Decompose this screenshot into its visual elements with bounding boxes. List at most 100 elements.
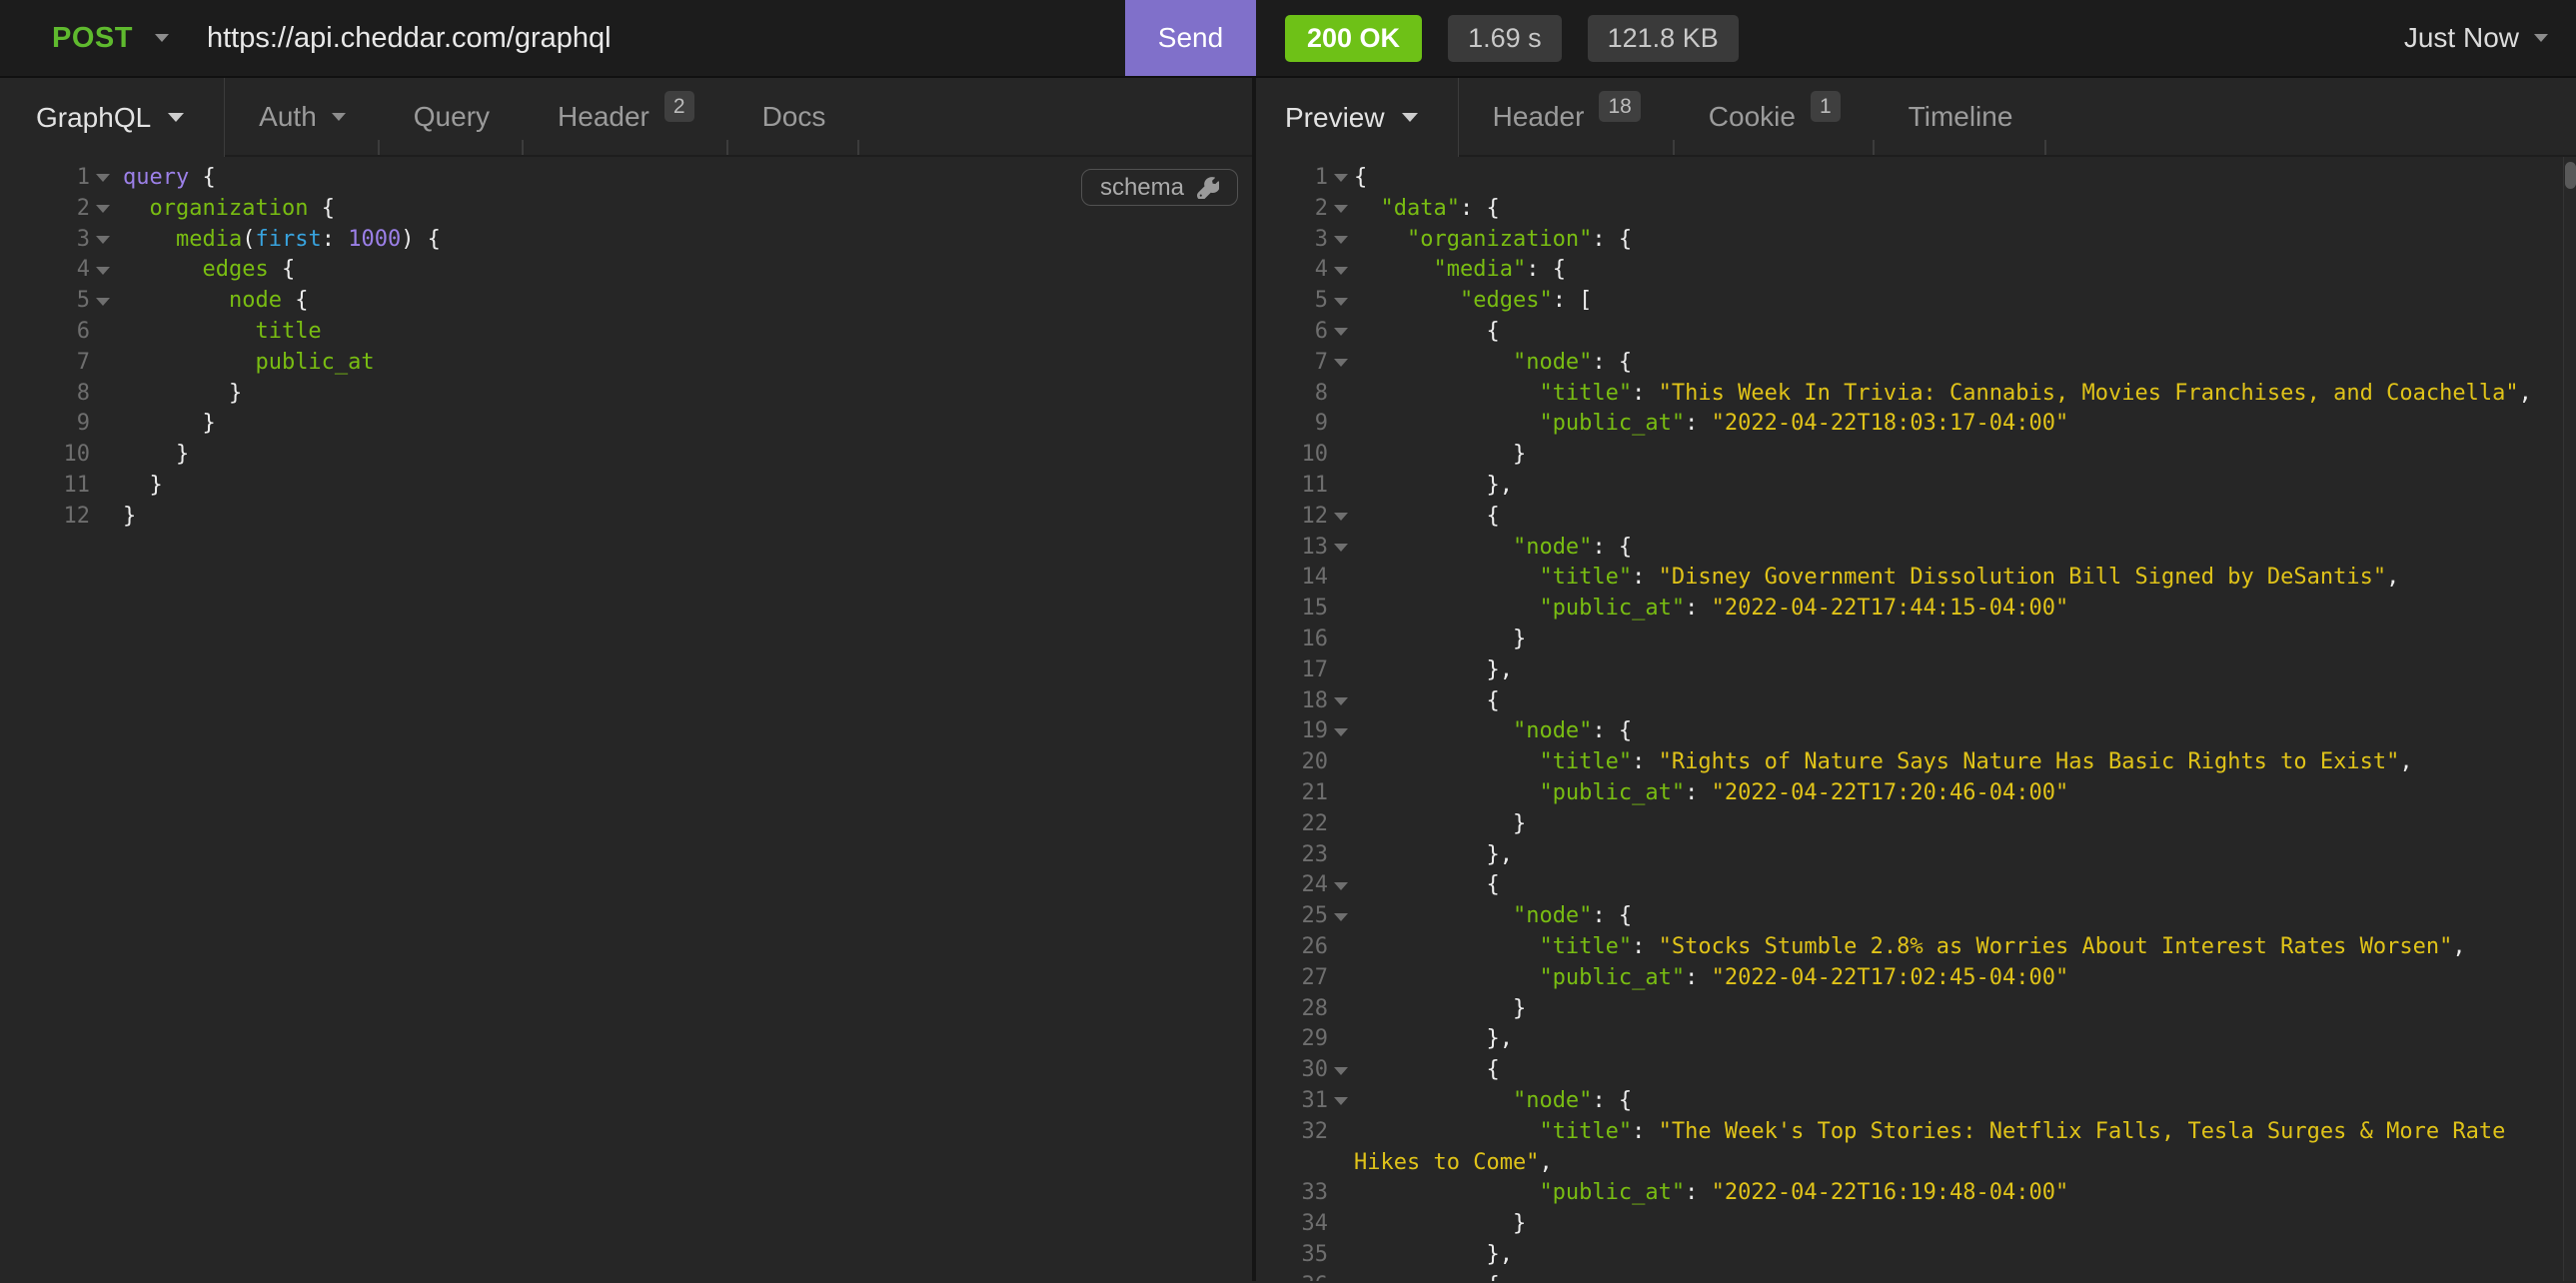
code-text: } — [1354, 440, 2576, 471]
code-text[interactable]: } — [116, 471, 1252, 502]
tab-label: Docs — [762, 101, 826, 133]
code-text[interactable]: media(first: 1000) { — [116, 225, 1252, 256]
request-tabs: Auth Query Header 2 Docs — [225, 78, 1252, 157]
line-number: 12 — [1256, 502, 1328, 533]
code-line-wrap: Hikes to Come", — [1256, 1148, 2576, 1179]
fold-arrow-icon[interactable] — [1328, 502, 1354, 533]
line-number: 19 — [1256, 716, 1328, 747]
body-type-dropdown[interactable]: GraphQL — [0, 78, 225, 157]
code-text: }, — [1354, 655, 2576, 686]
fold-arrow-icon[interactable] — [90, 286, 116, 317]
fold-arrow-icon[interactable] — [1328, 686, 1354, 717]
fold-arrow-icon[interactable] — [1328, 255, 1354, 286]
fold-arrow-icon[interactable] — [1328, 286, 1354, 317]
code-line-4: 4 "media": { — [1256, 255, 2576, 286]
fold-arrow-icon[interactable] — [1328, 901, 1354, 932]
fold-arrow-icon[interactable] — [1328, 716, 1354, 747]
code-line-3[interactable]: 3 media(first: 1000) { — [0, 225, 1252, 256]
chevron-down-icon — [1334, 205, 1348, 213]
code-line-36: 36 { — [1256, 1271, 2576, 1281]
fold-arrow-icon[interactable] — [1328, 348, 1354, 379]
fold-arrow-icon[interactable] — [1328, 1055, 1354, 1086]
response-history-dropdown[interactable]: Just Now — [2404, 22, 2548, 54]
fold-arrow-icon[interactable] — [1328, 163, 1354, 194]
line-number: 14 — [1256, 563, 1328, 594]
line-number: 32 — [1256, 1117, 1328, 1148]
tab-auth[interactable]: Auth — [225, 78, 380, 155]
code-line-8[interactable]: 8 } — [0, 379, 1252, 410]
chevron-down-icon — [1334, 267, 1348, 275]
tab-cookie[interactable]: Cookie 1 — [1675, 78, 1875, 155]
fold-arrow-icon[interactable] — [1328, 317, 1354, 348]
tab-label: Header — [558, 101, 649, 133]
code-text: { — [1354, 317, 2576, 348]
code-text[interactable]: } — [116, 379, 1252, 410]
tab-response-header[interactable]: Header 18 — [1459, 78, 1675, 155]
code-line-4[interactable]: 4 edges { — [0, 255, 1252, 286]
line-number: 4 — [0, 255, 90, 286]
code-text[interactable]: title — [116, 317, 1252, 348]
fold-arrow-icon[interactable] — [90, 255, 116, 286]
code-line-11[interactable]: 11 } — [0, 471, 1252, 502]
code-line-24: 24 { — [1256, 870, 2576, 901]
fold-arrow-icon[interactable] — [1328, 1271, 1354, 1281]
code-text[interactable]: node { — [116, 286, 1252, 317]
code-text: { — [1354, 502, 2576, 533]
tab-timeline[interactable]: Timeline — [1875, 78, 2047, 155]
code-line-2[interactable]: 2 organization { — [0, 194, 1252, 225]
line-number: 18 — [1256, 686, 1328, 717]
code-text[interactable]: edges { — [116, 255, 1252, 286]
code-text: { — [1354, 163, 2576, 194]
code-text: { — [1354, 1271, 2576, 1281]
line-number: 15 — [1256, 594, 1328, 625]
fold-arrow-icon[interactable] — [90, 163, 116, 194]
code-line-7[interactable]: 7 public_at — [0, 348, 1252, 379]
code-text: } — [1354, 625, 2576, 655]
scrollbar-thumb[interactable] — [2565, 162, 2576, 189]
line-number: 20 — [1256, 747, 1328, 778]
chevron-down-icon — [1334, 697, 1348, 705]
url-bar: POST https://api.cheddar.com/graphql Sen… — [0, 0, 1256, 76]
fold-gutter — [1328, 840, 1354, 871]
send-button[interactable]: Send — [1125, 0, 1256, 76]
code-text[interactable]: } — [116, 502, 1252, 533]
fold-gutter — [1328, 1178, 1354, 1209]
url-input[interactable]: https://api.cheddar.com/graphql — [207, 22, 612, 55]
fold-arrow-icon[interactable] — [1328, 225, 1354, 256]
code-line-5[interactable]: 5 node { — [0, 286, 1252, 317]
code-line-9[interactable]: 9 } — [0, 409, 1252, 440]
method-dropdown[interactable]: POST — [0, 22, 169, 55]
code-line-9: 9 "public_at": "2022-04-22T18:03:17-04:0… — [1256, 409, 2576, 440]
fold-gutter — [1328, 440, 1354, 471]
fold-arrow-icon[interactable] — [1328, 1086, 1354, 1117]
fold-arrow-icon[interactable] — [1328, 870, 1354, 901]
fold-arrow-icon[interactable] — [1328, 194, 1354, 225]
code-line-6[interactable]: 6 title — [0, 317, 1252, 348]
code-line-12[interactable]: 12} — [0, 502, 1252, 533]
tab-header[interactable]: Header 2 — [524, 78, 728, 155]
code-text: "node": { — [1354, 348, 2576, 379]
fold-arrow-icon[interactable] — [90, 194, 116, 225]
line-number: 29 — [1256, 1024, 1328, 1055]
chevron-down-icon — [1334, 236, 1348, 244]
graphql-query-editor[interactable]: schema 1query {2 organization {3 media(f… — [0, 157, 1252, 1281]
code-line-1: 1{ — [1256, 163, 2576, 194]
fold-gutter — [1328, 809, 1354, 840]
code-text[interactable]: } — [116, 409, 1252, 440]
code-line-10[interactable]: 10 } — [0, 440, 1252, 471]
tab-docs[interactable]: Docs — [728, 78, 860, 155]
code-text[interactable]: public_at — [116, 348, 1252, 379]
line-number: 30 — [1256, 1055, 1328, 1086]
fold-arrow-icon[interactable] — [90, 225, 116, 256]
scrollbar-track[interactable] — [2563, 157, 2576, 1281]
fold-arrow-icon[interactable] — [1328, 533, 1354, 564]
preview-mode-label: Preview — [1285, 102, 1385, 134]
code-line-6: 6 { — [1256, 317, 2576, 348]
schema-button[interactable]: schema — [1081, 169, 1238, 206]
code-text[interactable]: } — [116, 440, 1252, 471]
preview-mode-dropdown[interactable]: Preview — [1256, 78, 1459, 157]
code-line-29: 29 }, — [1256, 1024, 2576, 1055]
tab-query[interactable]: Query — [380, 78, 524, 155]
chevron-down-icon — [2534, 34, 2548, 42]
code-line-1[interactable]: 1query { — [0, 163, 1252, 194]
